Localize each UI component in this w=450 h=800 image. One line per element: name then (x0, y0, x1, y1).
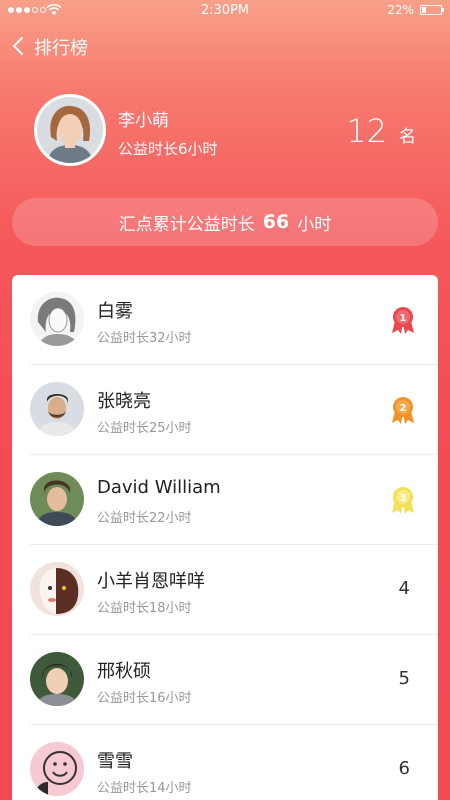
status-bar: 2:30PM 22% (0, 0, 450, 22)
medal-rank-number: 3 (400, 493, 407, 504)
rank-number: 6 (398, 758, 410, 779)
avatar (30, 382, 84, 436)
summary-prefix: 汇点累计公益时长 (118, 214, 255, 235)
list-item[interactable]: 白雾 公益时长32小时 1 (12, 275, 438, 365)
list-item[interactable]: 邢秋硕 公益时长16小时 5 (12, 635, 438, 725)
medal-rank-number: 2 (400, 403, 407, 414)
page-title: 排行榜 (34, 38, 88, 59)
summary-suffix: 小时 (297, 214, 332, 235)
rank-number: 5 (398, 668, 410, 689)
user-name: 白雾 (97, 301, 133, 322)
user-name: 小羊肖恩咩咩 (97, 571, 205, 592)
bronze-medal-icon: 3 (392, 487, 414, 514)
my-name: 李小萌 (118, 111, 169, 131)
list-item[interactable]: 小羊肖恩咩咩 公益时长18小时 4 (12, 545, 438, 635)
rank-number: 4 (398, 578, 410, 599)
list-item[interactable]: David William 公益时长22小时 3 (12, 455, 438, 545)
avatar (30, 742, 84, 796)
my-rank-number: 12 (346, 112, 387, 150)
avatar (30, 292, 84, 346)
my-rank: 12 名 (346, 112, 416, 150)
back-arrow-icon[interactable] (10, 36, 28, 56)
avatar (30, 472, 84, 526)
user-name: 张晓亮 (97, 391, 151, 412)
user-hours: 公益时长18小时 (97, 601, 192, 616)
ranking-screen: 2:30PM 22% 排行榜 李小萌 公益时长6小时 12 名 汇点累计公益时长… (0, 0, 450, 800)
list-item[interactable]: 雪雪 公益时长14小时 6 (12, 725, 438, 800)
user-hours: 公益时长32小时 (97, 331, 192, 346)
battery-percent: 22% (387, 3, 414, 17)
summary-value: 66 (262, 211, 290, 233)
user-name: David William (97, 477, 221, 498)
user-hours: 公益时长25小时 (97, 421, 192, 436)
battery-icon (420, 5, 444, 15)
my-hours: 公益时长6小时 (118, 140, 218, 158)
status-time: 2:30PM (200, 3, 250, 18)
total-hours-summary: 汇点累计公益时长 66 小时 (12, 198, 438, 246)
list-item[interactable]: 张晓亮 公益时长25小时 2 (12, 365, 438, 455)
gold-medal-icon: 1 (392, 307, 414, 334)
silver-medal-icon: 2 (392, 397, 414, 424)
ranking-list: 白雾 公益时长32小时 1 张晓亮 公益时长25小时 2 David Willi… (12, 275, 438, 800)
user-name: 雪雪 (97, 751, 133, 772)
avatar (30, 562, 84, 616)
user-name: 邢秋硕 (97, 661, 151, 682)
medal-rank-number: 1 (400, 313, 407, 324)
user-hours: 公益时长14小时 (97, 781, 192, 796)
user-hours: 公益时长16小时 (97, 691, 192, 706)
nav-bar: 排行榜 (0, 26, 450, 66)
my-rank-unit: 名 (399, 127, 416, 147)
my-avatar[interactable] (34, 94, 106, 166)
avatar (30, 652, 84, 706)
user-hours: 公益时长22小时 (97, 511, 192, 526)
